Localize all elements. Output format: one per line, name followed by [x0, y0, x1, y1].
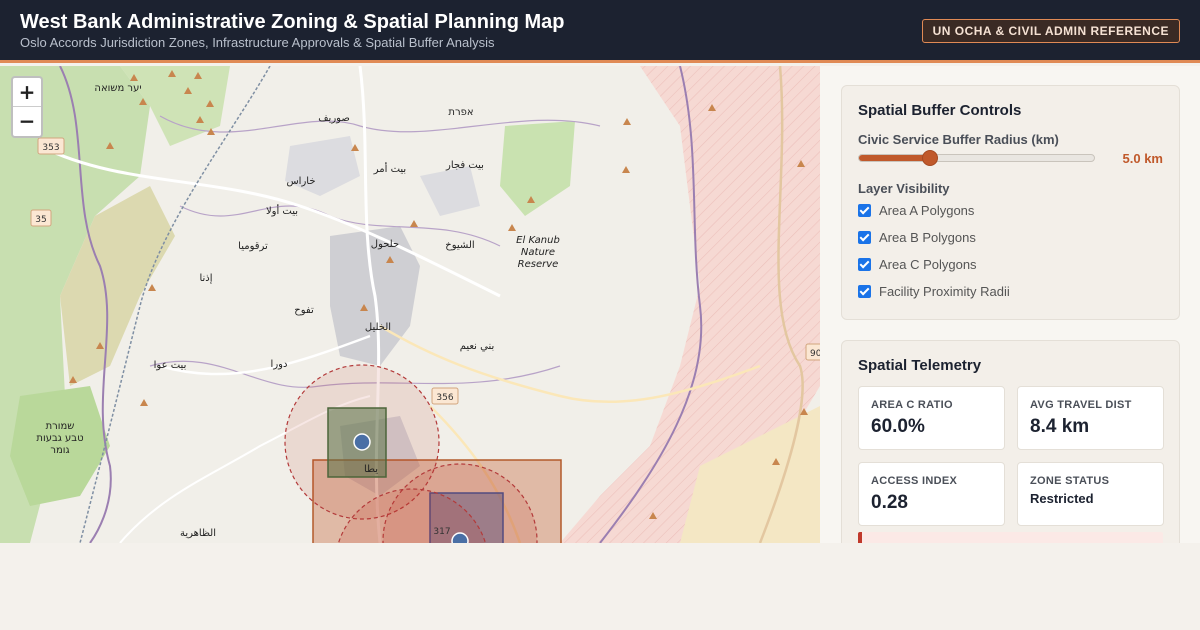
- layer-visibility-title: Layer Visibility: [858, 181, 950, 196]
- svg-text:353: 353: [42, 143, 59, 153]
- nature-reserve-label: גומר: [50, 445, 69, 456]
- radius-slider[interactable]: [858, 150, 1095, 166]
- place-label: صوريف: [318, 113, 350, 124]
- route-shield-353: 353: [37, 137, 65, 155]
- urban-area: [420, 166, 480, 216]
- area-c-ratio-stat: AREA C RATIO 60.0%: [858, 386, 1005, 450]
- stat-value: 0.28: [871, 492, 908, 513]
- nature-reserve-label: טבע גבעות: [36, 433, 83, 444]
- layer-toggle-label: Area C Polygons: [879, 257, 977, 272]
- layer-toggle-label: Area A Polygons: [879, 203, 975, 218]
- radius-label: Civic Service Buffer Radius (km): [858, 132, 1059, 147]
- checkbox-icon[interactable]: [858, 231, 871, 244]
- place-label: بيت أولا: [266, 204, 298, 217]
- route-shield-90: 90: [805, 343, 820, 361]
- layer-toggle-label: Area B Polygons: [879, 230, 976, 245]
- place-label: بيت عوا: [154, 360, 187, 371]
- avg-travel-stat: AVG TRAVEL DIST 8.4 km: [1017, 386, 1164, 450]
- facility-marker[interactable]: [353, 433, 371, 451]
- place-label: الظاهرية: [180, 528, 216, 539]
- radius-slider-handle[interactable]: [921, 150, 938, 166]
- buffer-controls-card: Spatial Buffer Controls Civic Service Bu…: [841, 85, 1180, 320]
- svg-text:35: 35: [35, 215, 46, 225]
- stat-value: 8.4 km: [1030, 416, 1090, 437]
- place-label: بيت فجار: [445, 160, 484, 171]
- facility-marker[interactable]: [451, 532, 469, 543]
- zoom-in-button[interactable]: +: [13, 78, 41, 107]
- route-shield-35: 35: [30, 209, 52, 227]
- reference-badge: UN OCHA & CIVIL ADMIN REFERENCE: [921, 19, 1180, 43]
- stat-value: Restricted: [1030, 491, 1094, 506]
- place-label: بني نعيم: [460, 341, 495, 352]
- page-subtitle: Oslo Accords Jurisdiction Zones, Infrast…: [20, 35, 495, 50]
- urban-area: [285, 136, 360, 196]
- buffer-controls-title: Spatial Buffer Controls: [858, 102, 1022, 119]
- place-label: אפרת: [448, 107, 473, 118]
- map-basemap[interactable]: 353 35 356 317 90 صوريف אפרת بيت أمر بيت…: [0, 66, 820, 543]
- zoom-control: + −: [11, 76, 43, 138]
- layer-toggle-label: Facility Proximity Radii: [879, 284, 1010, 299]
- zoom-out-button[interactable]: −: [13, 107, 41, 136]
- page-title: West Bank Administrative Zoning & Spatia…: [20, 11, 565, 33]
- place-label: دورا: [271, 359, 288, 370]
- route-shield-317: 317: [433, 527, 450, 537]
- stat-label: AVG TRAVEL DIST: [1030, 399, 1132, 411]
- telemetry-card: Spatial Telemetry AREA C RATIO 60.0% AVG…: [841, 340, 1180, 543]
- nature-reserve-label: El Kanub: [516, 235, 560, 246]
- radius-slider-fill: [859, 155, 930, 161]
- nature-reserve: [500, 121, 575, 216]
- sidebar-panel: Spatial Buffer Controls Civic Service Bu…: [820, 66, 1200, 543]
- stat-label: ACCESS INDEX: [871, 475, 958, 487]
- svg-text:90: 90: [810, 349, 820, 359]
- route-shield-356: 356: [431, 387, 459, 405]
- place-label: يطا: [364, 464, 378, 475]
- svg-text:317: 317: [433, 527, 450, 537]
- checkbox-icon[interactable]: [858, 204, 871, 217]
- place-label: الشيوخ: [445, 240, 474, 251]
- place-label: تفوح: [294, 305, 314, 316]
- place-label: ترقوميا: [238, 241, 268, 252]
- zone-status-stat: ZONE STATUS Restricted: [1017, 462, 1164, 526]
- stat-label: AREA C RATIO: [871, 399, 953, 411]
- place-label: יער משואה: [94, 83, 141, 94]
- app-header: West Bank Administrative Zoning & Spatia…: [0, 0, 1200, 63]
- place-label: خاراس: [286, 176, 315, 187]
- stat-label: ZONE STATUS: [1030, 475, 1110, 487]
- place-label: بيت أمر: [373, 162, 406, 175]
- telemetry-title: Spatial Telemetry: [858, 357, 982, 374]
- nature-reserve-label: שמורת: [46, 421, 75, 432]
- place-label: الخليل: [365, 322, 391, 333]
- checkbox-icon[interactable]: [858, 258, 871, 271]
- nature-reserve-label: Reserve: [518, 259, 559, 270]
- place-label: إذنا: [199, 273, 212, 284]
- nature-reserve-label: Nature: [521, 247, 555, 258]
- radius-value: 5.0 km: [1122, 151, 1163, 166]
- access-index-stat: ACCESS INDEX 0.28: [858, 462, 1005, 526]
- stat-value: 60.0%: [871, 416, 925, 437]
- checkbox-icon[interactable]: [858, 285, 871, 298]
- map-canvas[interactable]: 353 35 356 317 90 صوريف אפרת بيت أمر بيت…: [0, 66, 820, 543]
- place-label: حلحول: [371, 239, 399, 250]
- zone-alert: [858, 532, 1163, 543]
- svg-text:356: 356: [436, 393, 453, 403]
